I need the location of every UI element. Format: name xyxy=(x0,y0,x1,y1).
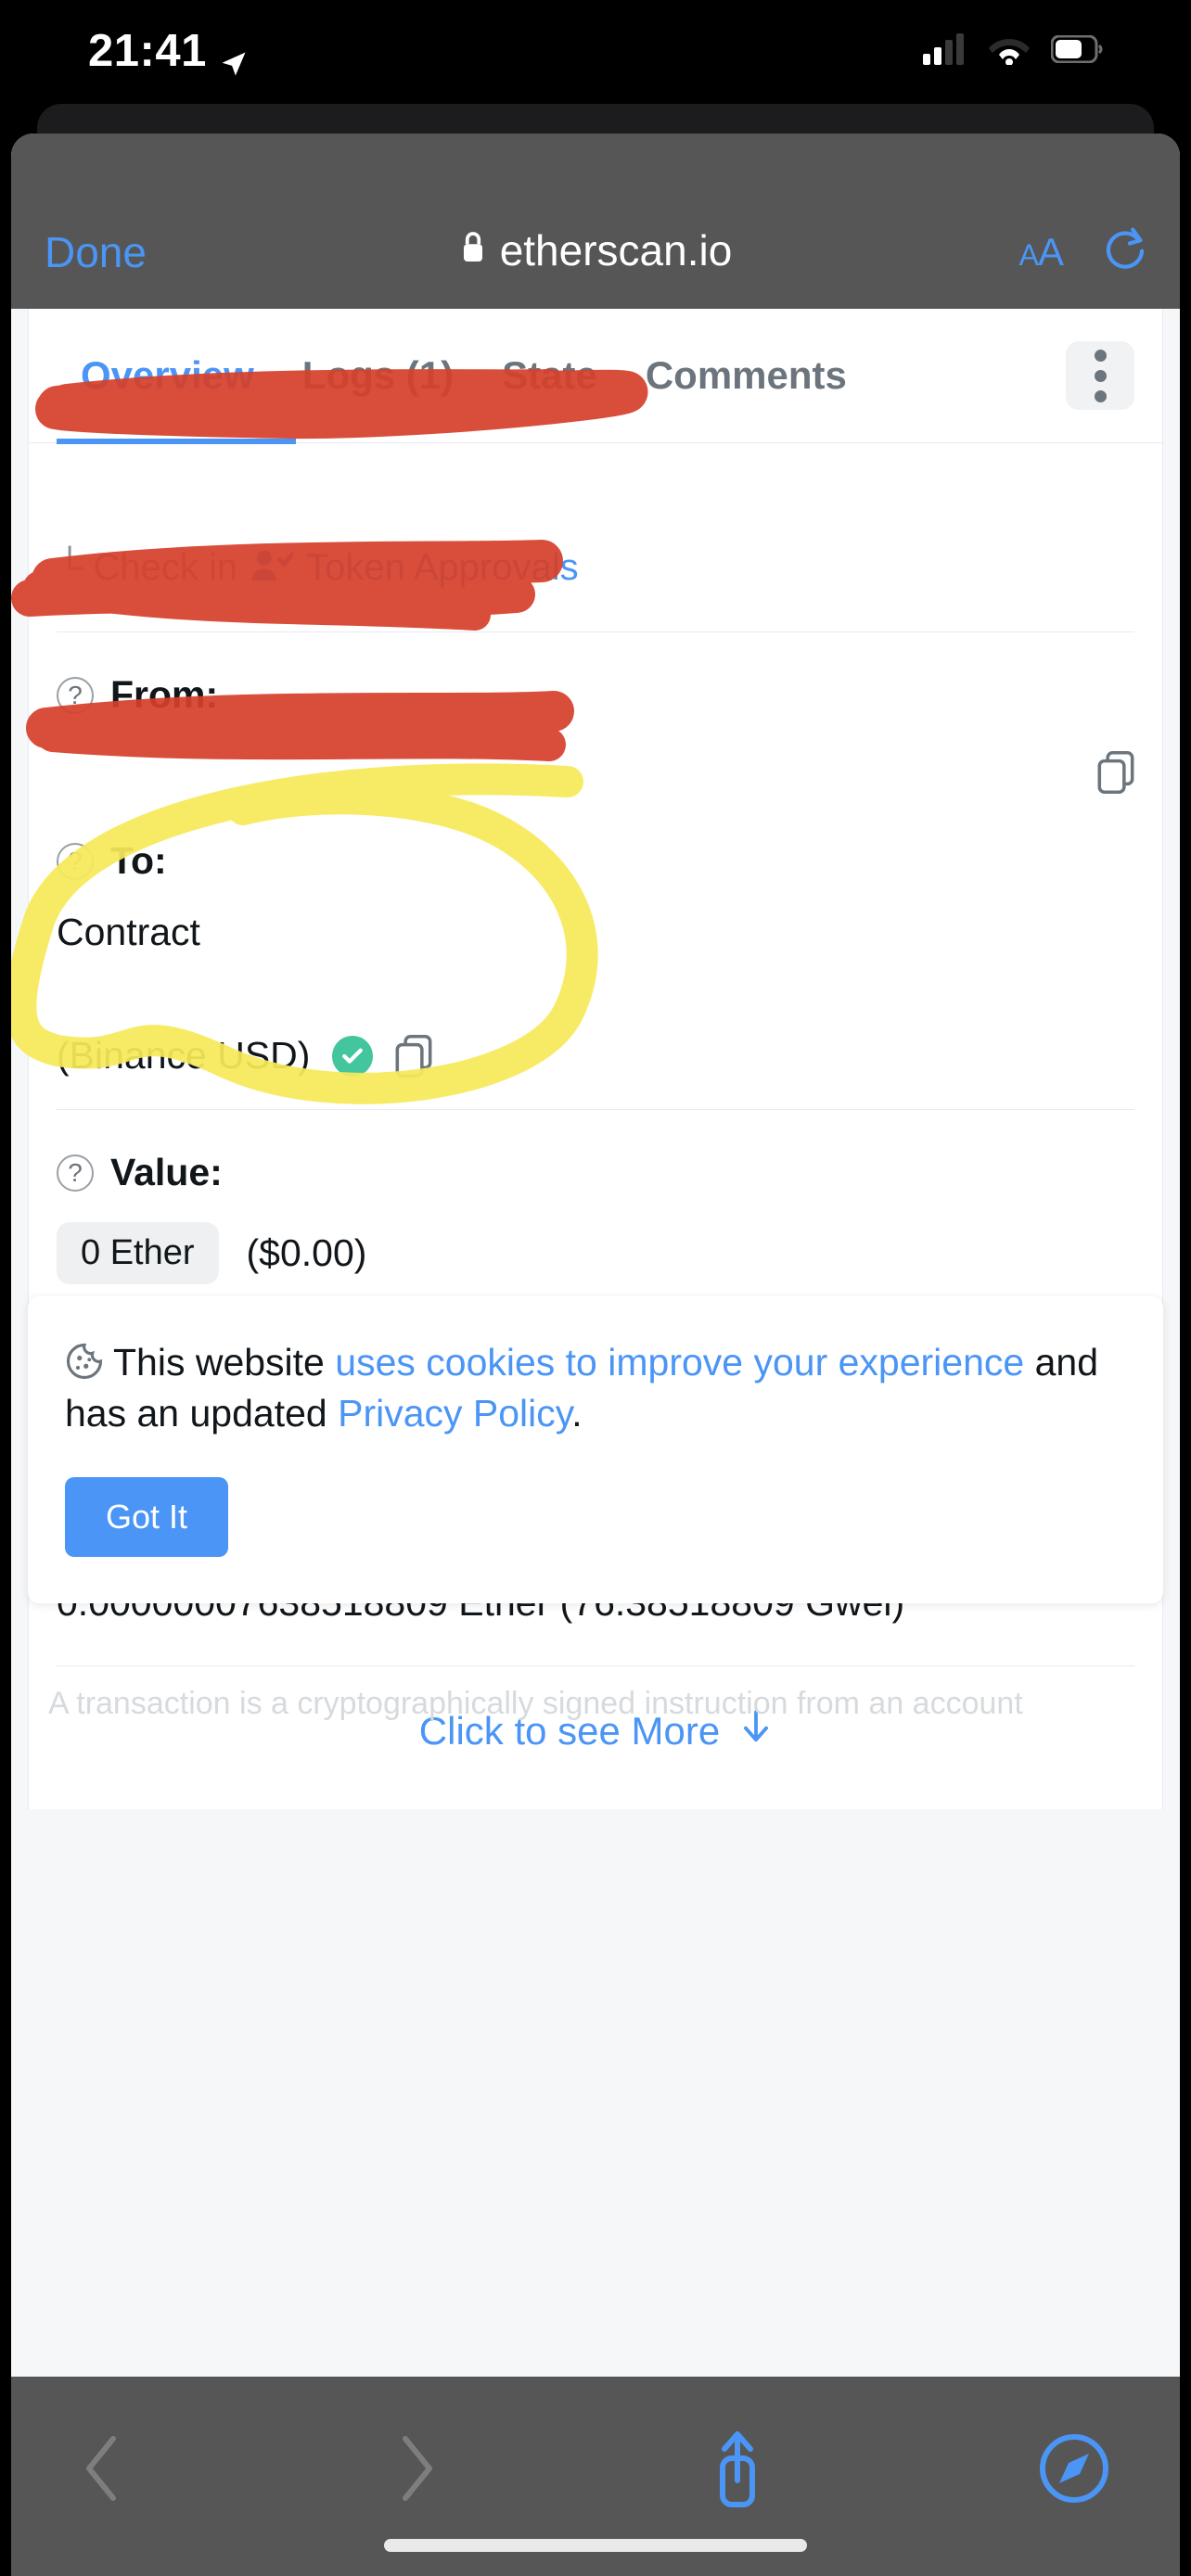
kebab-dot xyxy=(1094,389,1107,402)
nav-bar-actions: AA xyxy=(1019,226,1146,277)
cookie-text-before: This website xyxy=(113,1341,336,1384)
contract-label: Contract xyxy=(57,911,200,953)
lock-icon xyxy=(459,225,487,275)
token-name-row: (Binance USD) xyxy=(57,1014,1134,1078)
tab-logs[interactable]: Logs (1) xyxy=(278,353,478,398)
kebab-dot xyxy=(1094,369,1107,382)
reload-icon[interactable] xyxy=(1104,226,1146,277)
user-check-icon xyxy=(250,547,296,589)
battery-icon xyxy=(1050,34,1103,68)
kebab-dot xyxy=(1094,349,1107,362)
clock-label: 21:41 xyxy=(88,26,207,76)
tab-comments[interactable]: Comments xyxy=(621,353,871,398)
browser-bottom-toolbar xyxy=(11,2377,1180,2576)
token-name: (Binance USD) xyxy=(57,1034,311,1077)
toolbar-icon-row xyxy=(11,2377,1180,2513)
safari-view-controller: Done etherscan.io AA Overview Logs (1) S… xyxy=(11,134,1180,2576)
cookie-banner-text: This website uses cookies to improve you… xyxy=(65,1337,1126,1440)
from-label: From: xyxy=(110,673,219,716)
domain-label: etherscan.io xyxy=(499,226,733,274)
page-footer-faint-text: A transaction is a cryptographically sig… xyxy=(48,1686,1023,1721)
redacted-token-transfer-row: └ Check in Token Approvals xyxy=(29,443,1162,631)
status-bar-time-group: 21:41 xyxy=(88,25,248,77)
wifi-icon xyxy=(988,33,1031,70)
token-approvals-link[interactable]: Token Approvals xyxy=(306,547,579,589)
check-in-label: └ Check in xyxy=(57,547,238,588)
question-mark-icon[interactable]: ? xyxy=(57,676,94,714)
kebab-menu-icon[interactable] xyxy=(1066,341,1134,410)
address-title[interactable]: etherscan.io xyxy=(11,225,1180,275)
verified-check-icon xyxy=(332,1035,374,1077)
compass-icon[interactable] xyxy=(1039,2433,1109,2508)
cookie-usage-link[interactable]: uses cookies to improve your experience xyxy=(335,1341,1024,1384)
status-bar: 21:41 xyxy=(0,0,1191,102)
got-it-button[interactable]: Got It xyxy=(65,1476,229,1557)
location-arrow-icon xyxy=(220,37,248,76)
value-amount-badge: 0 Ether xyxy=(57,1222,219,1284)
browser-nav-bar: Done etherscan.io AA xyxy=(11,134,1180,309)
tab-bar: Overview Logs (1) State Comments xyxy=(29,309,1162,444)
question-mark-icon[interactable]: ? xyxy=(57,842,94,880)
active-tab-underline xyxy=(57,439,296,444)
question-mark-icon[interactable]: ? xyxy=(57,1154,94,1192)
to-label: To: xyxy=(110,839,167,882)
value-label: Value: xyxy=(110,1151,223,1193)
cookie-text-after: . xyxy=(571,1392,583,1435)
cookie-icon xyxy=(65,1342,104,1381)
from-address[interactable] xyxy=(57,743,1097,802)
check-in-row: └ Check in Token Approvals xyxy=(57,530,1134,631)
from-address-row xyxy=(57,717,1134,802)
value-label-row: ? Value: xyxy=(57,1151,1134,1194)
from-label-row: ? From: xyxy=(57,673,1134,717)
chevron-right-icon[interactable] xyxy=(396,2435,437,2506)
share-icon[interactable] xyxy=(710,2429,765,2513)
web-content-viewport[interactable]: Overview Logs (1) State Comments └ Check… xyxy=(11,309,1180,2377)
copy-icon[interactable] xyxy=(395,1034,432,1078)
value-section: ? Value: 0 Ether ($0.00) xyxy=(29,1110,1162,1312)
cookie-consent-banner: This website uses cookies to improve you… xyxy=(28,1296,1163,1603)
status-bar-indicators xyxy=(923,32,1103,70)
copy-icon[interactable] xyxy=(1097,751,1134,794)
to-section: ? To: Contract (Binance USD) xyxy=(29,839,1162,1109)
home-indicator xyxy=(384,2539,807,2552)
cellular-signal-icon xyxy=(923,32,967,70)
privacy-policy-link[interactable]: Privacy Policy xyxy=(338,1392,571,1435)
to-address[interactable] xyxy=(57,954,1134,1014)
from-section: ? From: xyxy=(29,632,1162,839)
to-label-row: ? To: xyxy=(57,839,1134,883)
redacted-text-line xyxy=(57,475,1134,530)
tab-overview[interactable]: Overview xyxy=(57,353,278,398)
chevron-left-icon[interactable] xyxy=(82,2435,122,2506)
tab-state[interactable]: State xyxy=(478,353,621,398)
value-fiat: ($0.00) xyxy=(246,1231,367,1274)
text-size-button[interactable]: AA xyxy=(1019,230,1064,274)
value-row: 0 Ether ($0.00) xyxy=(57,1194,1134,1284)
